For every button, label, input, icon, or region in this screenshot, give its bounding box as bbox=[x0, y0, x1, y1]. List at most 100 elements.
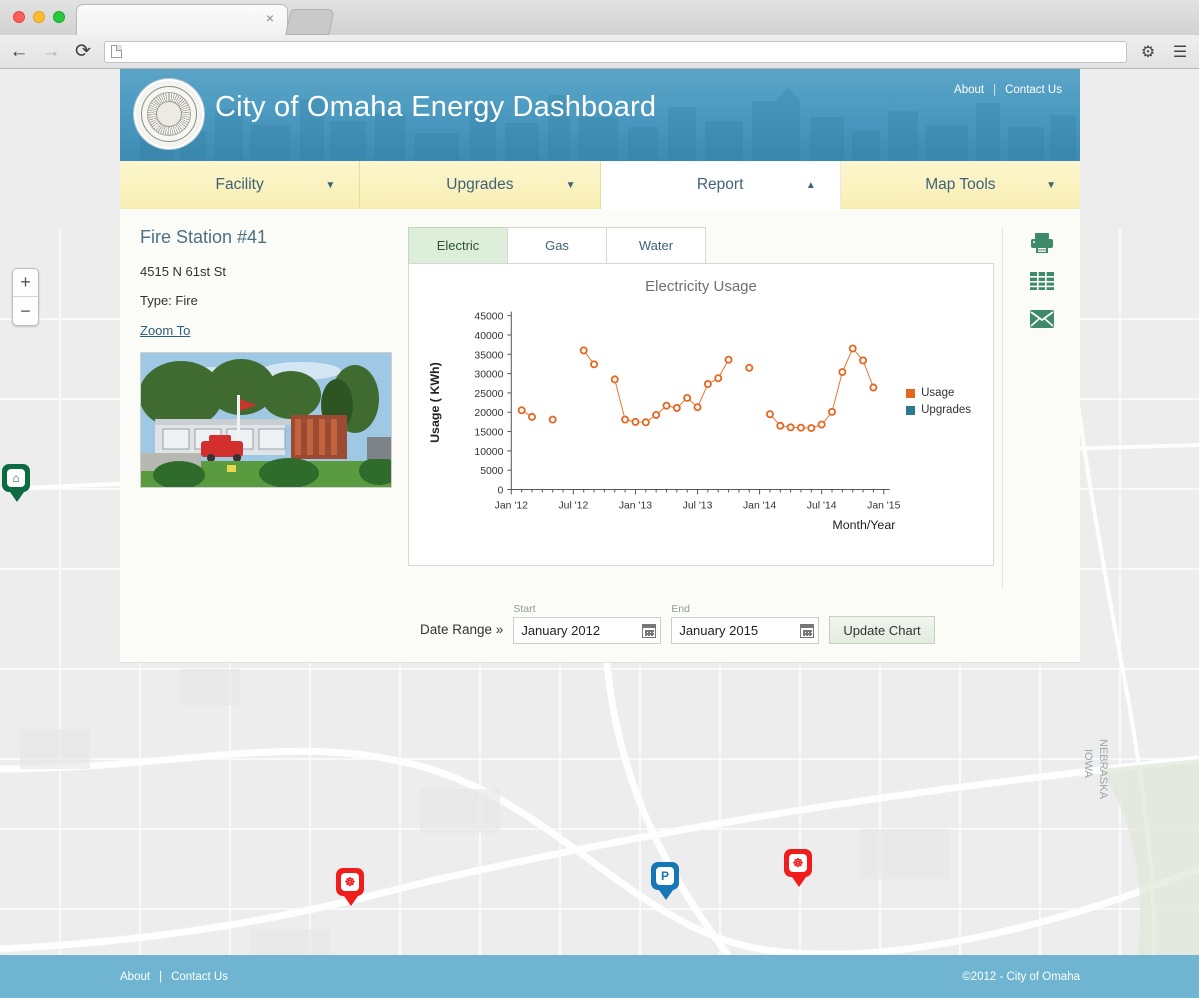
chart-legend: Usage Upgrades bbox=[906, 387, 971, 421]
end-date-caption: End bbox=[671, 603, 690, 615]
legend-swatch bbox=[906, 388, 916, 398]
marker-tail bbox=[792, 877, 806, 887]
tab-gas[interactable]: Gas bbox=[507, 227, 607, 263]
tab-electric[interactable]: Electric bbox=[408, 227, 508, 263]
marker-bubble: ☸ bbox=[784, 849, 812, 877]
svg-text:15000: 15000 bbox=[474, 428, 503, 439]
marker-library[interactable]: ⌂ bbox=[2, 464, 32, 502]
svg-text:30000: 30000 bbox=[474, 370, 503, 381]
date-range-label: Date Range » bbox=[420, 622, 504, 637]
email-icon-glyph bbox=[1029, 310, 1054, 328]
tab-water[interactable]: Water bbox=[606, 227, 706, 263]
email-icon[interactable] bbox=[1029, 307, 1055, 331]
start-date-caption: Start bbox=[513, 603, 536, 615]
dashboard-panel: City of Omaha Energy Dashboard About | C… bbox=[120, 69, 1080, 663]
zoom-out-button[interactable]: − bbox=[13, 297, 38, 325]
legend-item-upgrades: Upgrades bbox=[906, 404, 971, 416]
footer-link-separator: | bbox=[159, 970, 163, 983]
marker-tail bbox=[659, 890, 673, 900]
footer-link-about[interactable]: About bbox=[120, 971, 150, 983]
nav-tab-report[interactable]: Report ▲ bbox=[600, 161, 841, 209]
marker-glyph: ⌂ bbox=[7, 469, 25, 487]
browser-tabstrip: × bbox=[0, 0, 1199, 35]
svg-text:20000: 20000 bbox=[474, 408, 503, 419]
minimize-window-button[interactable] bbox=[33, 11, 45, 23]
marker-fire[interactable]: ☸ bbox=[784, 849, 814, 887]
nav-tab-label: Report bbox=[696, 176, 744, 193]
print-icon[interactable] bbox=[1029, 231, 1055, 255]
legend-label: Upgrades bbox=[921, 404, 971, 416]
maximize-window-button[interactable] bbox=[53, 11, 65, 23]
close-window-button[interactable] bbox=[13, 11, 25, 23]
table-icon[interactable] bbox=[1029, 269, 1055, 293]
marker-glyph: P bbox=[656, 867, 674, 885]
forward-arrow-icon[interactable]: → bbox=[40, 41, 62, 63]
chevron-down-icon: ▼ bbox=[1046, 180, 1056, 191]
facility-photo bbox=[140, 352, 392, 488]
map-zoom-control[interactable]: + − bbox=[12, 268, 39, 326]
utility-tabs: Electric Gas Water bbox=[408, 227, 994, 263]
marker-bubble: P bbox=[651, 862, 679, 890]
footer-link-contact-us[interactable]: Contact Us bbox=[171, 971, 228, 983]
marker-tail bbox=[344, 896, 358, 906]
report-panel: Fire Station #41 4515 N 61st St Type: Fi… bbox=[120, 209, 1080, 609]
nav-tab-label: Upgrades bbox=[446, 176, 514, 193]
svg-text:0: 0 bbox=[498, 485, 504, 496]
address-bar[interactable] bbox=[104, 40, 1127, 63]
nav-tab-upgrades[interactable]: Upgrades ▼ bbox=[360, 161, 601, 209]
map-label-iowa: IOWA bbox=[1082, 749, 1094, 779]
chart-container: Electricity Usage 0 5000 10000 15000 20000 25… bbox=[408, 263, 994, 566]
update-chart-button[interactable]: Update Chart bbox=[829, 616, 935, 644]
start-date-input[interactable]: January 2012 bbox=[513, 617, 662, 644]
svg-text:45000: 45000 bbox=[474, 312, 503, 323]
map-label-nebraska: NEBRASKA bbox=[1097, 739, 1109, 800]
marker-fire[interactable]: ☸ bbox=[336, 868, 366, 906]
new-tab-button[interactable] bbox=[285, 9, 335, 35]
site-footer: About | Contact Us ©2012 - City of Omaha bbox=[0, 955, 1199, 998]
svg-text:Jul '12: Jul '12 bbox=[558, 500, 588, 511]
svg-text:Jan '14: Jan '14 bbox=[743, 500, 776, 511]
calendar-icon[interactable] bbox=[642, 623, 657, 638]
header-link-contact-us[interactable]: Contact Us bbox=[1005, 84, 1062, 96]
chevron-up-icon: ▲ bbox=[805, 180, 816, 191]
nav-tab-facility[interactable]: Facility ▼ bbox=[120, 161, 361, 209]
gear-icon[interactable]: ⚙ bbox=[1137, 41, 1159, 63]
start-date-value: January 2012 bbox=[521, 623, 601, 638]
end-date-value: January 2015 bbox=[679, 623, 759, 638]
window-traffic-lights bbox=[13, 11, 65, 23]
chevron-down-icon: ▼ bbox=[565, 180, 576, 191]
nav-tab-label: Map Tools bbox=[925, 176, 996, 193]
facility-address: 4515 N 61st St bbox=[140, 264, 226, 279]
facility-type: Type: Fire bbox=[140, 293, 198, 308]
back-arrow-icon[interactable]: ← bbox=[8, 41, 30, 63]
svg-text:Jul '14: Jul '14 bbox=[807, 500, 837, 511]
browser-chrome: × ← → ⟳ ⚙ ☰ bbox=[0, 0, 1199, 69]
nav-tab-map-tools[interactable]: Map Tools ▼ bbox=[840, 161, 1080, 209]
city-of-omaha-seal bbox=[134, 79, 204, 149]
footer-copyright: ©2012 - City of Omaha bbox=[962, 970, 1080, 983]
chart-panel: Electric Gas Water Electricity Usage 0 50… bbox=[400, 227, 998, 588]
marker-glyph: ☸ bbox=[789, 854, 807, 872]
hamburger-menu-icon[interactable]: ☰ bbox=[1169, 41, 1191, 63]
svg-text:10000: 10000 bbox=[474, 447, 503, 458]
header-link-about[interactable]: About bbox=[954, 84, 984, 96]
svg-text:25000: 25000 bbox=[474, 389, 503, 400]
date-range-bar: Date Range » Start January 2012 End Janu… bbox=[120, 603, 1080, 663]
reload-icon[interactable]: ⟳ bbox=[72, 41, 94, 63]
calendar-icon[interactable] bbox=[800, 623, 815, 638]
browser-tab[interactable]: × bbox=[76, 4, 288, 35]
marker-bubble: ☸ bbox=[336, 868, 364, 896]
zoom-in-button[interactable]: + bbox=[13, 269, 38, 297]
legend-item-usage: Usage bbox=[906, 387, 971, 399]
marker-police[interactable]: P bbox=[651, 862, 681, 900]
facility-name: Fire Station #41 bbox=[140, 227, 268, 247]
close-icon[interactable]: × bbox=[263, 11, 277, 25]
zoom-to-link[interactable]: Zoom To bbox=[140, 323, 190, 338]
end-date-input[interactable]: January 2015 bbox=[671, 617, 820, 644]
svg-text:35000: 35000 bbox=[474, 350, 503, 361]
chevron-down-icon: ▼ bbox=[325, 180, 336, 191]
header-link-separator: | bbox=[993, 84, 997, 96]
marker-glyph: ☸ bbox=[341, 873, 359, 891]
page-title: City of Omaha Energy Dashboard bbox=[215, 91, 657, 123]
print-icon-glyph bbox=[1030, 233, 1053, 253]
